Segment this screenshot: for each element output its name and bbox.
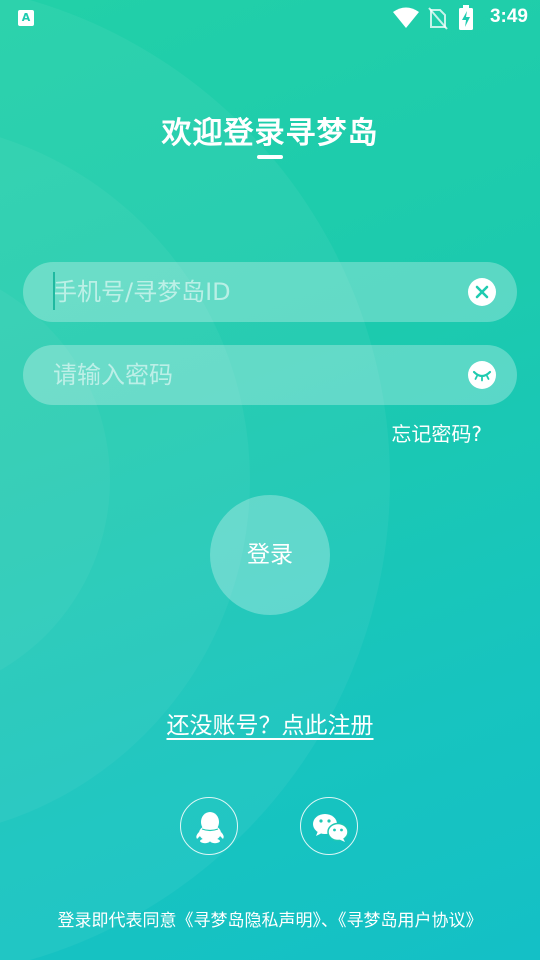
login-screen: A 3:49 欢迎登录寻梦岛 手机号/寻梦岛ID 忘记密码? 登录 还没账号？点… <box>0 0 540 960</box>
eye-closed-icon[interactable] <box>468 361 496 389</box>
register-row: 还没账号？点此注册 <box>0 706 540 740</box>
password-field[interactable] <box>23 345 517 405</box>
wechat-icon <box>313 814 349 842</box>
wifi-icon <box>393 7 419 28</box>
phone-field[interactable] <box>23 262 517 322</box>
page-title: 欢迎登录寻梦岛 <box>161 116 379 151</box>
wechat-login-button[interactable] <box>300 797 358 855</box>
status-time: 3:49 <box>489 6 528 27</box>
agreement-text[interactable]: 登录即代表同意《寻梦岛隐私声明》、《寻梦岛用户协议》 <box>0 906 540 931</box>
app-notification-icon: A <box>18 10 34 26</box>
battery-charging-icon <box>459 5 473 30</box>
password-input[interactable] <box>53 345 453 405</box>
background-ripple <box>0 260 110 700</box>
register-link[interactable]: 还没账号？点此注册 <box>167 713 374 739</box>
title-underline <box>257 155 283 159</box>
text-cursor <box>53 272 55 310</box>
login-button[interactable]: 登录 <box>210 495 330 615</box>
no-sim-icon <box>428 7 448 30</box>
clear-icon[interactable] <box>468 278 496 306</box>
qq-icon <box>196 812 224 844</box>
qq-login-button[interactable] <box>180 797 238 855</box>
forgot-password-link[interactable]: 忘记密码? <box>391 418 482 447</box>
status-bar: A 3:49 <box>0 0 540 36</box>
phone-input[interactable] <box>53 262 453 322</box>
